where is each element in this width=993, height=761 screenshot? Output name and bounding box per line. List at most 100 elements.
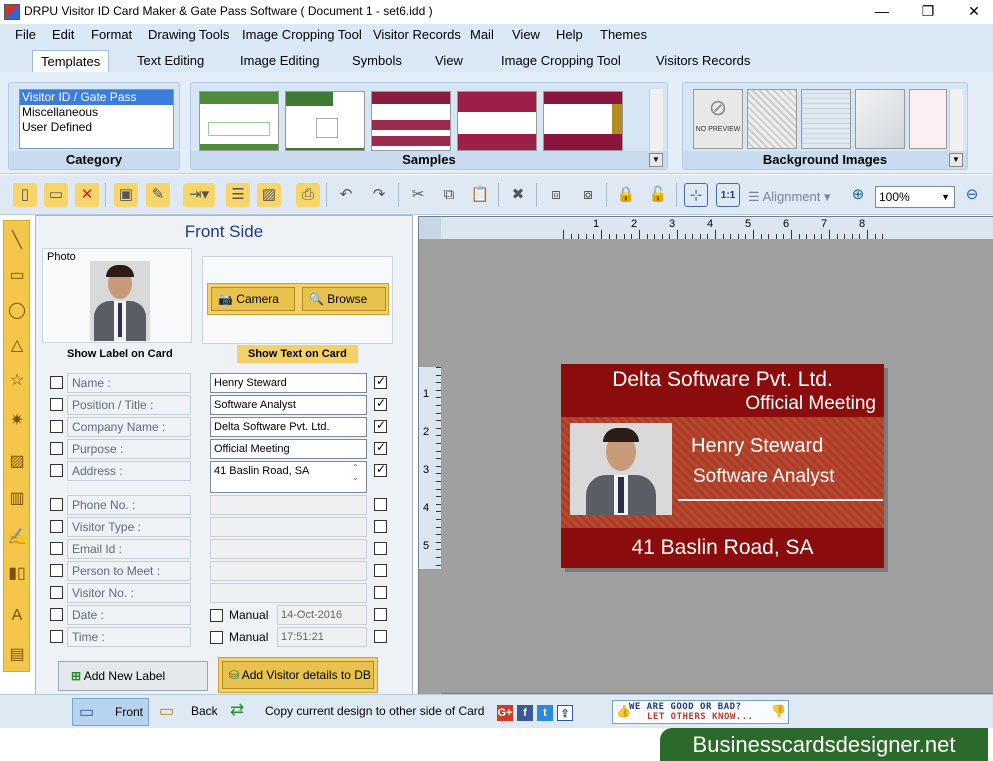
card-address[interactable]: 41 Baslin Road, SA [561, 536, 884, 560]
menu-edit[interactable]: Edit [52, 27, 74, 42]
add-visitor-to-db-button[interactable]: ⛁ Add Visitor details to DB [222, 661, 374, 689]
google-plus-icon[interactable]: G+ [497, 705, 513, 721]
field-value[interactable]: 17:51:21 [277, 627, 367, 647]
zoom-select[interactable]: 100% ▼ [875, 186, 955, 208]
open-icon[interactable]: ▭ [44, 183, 68, 207]
tab-symbols[interactable]: Symbols [352, 53, 402, 68]
field-label[interactable]: Date : [67, 605, 191, 625]
show-text-checkbox[interactable] [374, 520, 387, 533]
menu-format[interactable]: Format [91, 27, 132, 42]
show-label-checkbox[interactable] [50, 442, 63, 455]
card-purpose[interactable]: Official Meeting [745, 393, 876, 415]
sample-template-4[interactable] [457, 91, 537, 151]
menu-file[interactable]: File [15, 27, 36, 42]
fit-to-window-icon[interactable]: ⊹ [684, 183, 708, 207]
show-label-checkbox[interactable] [50, 498, 63, 511]
unlock-icon[interactable]: 🔓 [646, 183, 670, 207]
send-backward-icon[interactable]: ⧇ [576, 183, 600, 207]
manual-checkbox[interactable] [210, 631, 223, 644]
lock-icon[interactable]: 🔒 [614, 183, 638, 207]
field-value[interactable]: 14-Oct-2016 [277, 605, 367, 625]
field-value[interactable]: Henry Steward [210, 373, 367, 393]
id-card-preview[interactable]: Delta Software Pvt. Ltd. Official Meetin… [561, 364, 884, 568]
show-label-checkbox[interactable] [50, 398, 63, 411]
ellipse-tool-icon[interactable]: ◯ [5, 299, 29, 323]
manual-checkbox[interactable] [210, 609, 223, 622]
show-label-checkbox[interactable] [50, 630, 63, 643]
background-scrollbar[interactable] [949, 89, 963, 151]
text-tool-icon[interactable]: A [5, 604, 29, 628]
category-user-defined[interactable]: User Defined [20, 120, 173, 135]
paste-icon[interactable]: 📋 [468, 183, 492, 207]
save-icon[interactable]: ▣ [114, 183, 138, 207]
star-tool-icon[interactable]: ☆ [5, 369, 29, 393]
share-icon[interactable]: ⇪ [557, 705, 573, 721]
field-label[interactable]: Person to Meet : [67, 561, 191, 581]
show-label-checkbox[interactable] [50, 564, 63, 577]
actual-size-icon[interactable]: 1:1 [716, 183, 740, 207]
background-dropdown-icon[interactable]: ▼ [949, 153, 963, 167]
background-thumb-5[interactable] [909, 89, 947, 149]
field-value[interactable] [210, 561, 367, 581]
field-value[interactable]: 41 Baslin Road, SA [210, 461, 367, 493]
show-text-checkbox[interactable] [374, 564, 387, 577]
show-text-checkbox[interactable] [374, 396, 387, 411]
show-text-checkbox[interactable] [374, 462, 387, 477]
image-icon[interactable]: ▨ [257, 183, 281, 207]
zoom-in-icon[interactable]: ⊕ [846, 183, 870, 207]
show-label-checkbox[interactable] [50, 420, 63, 433]
image-tool-icon[interactable]: ▨ [5, 450, 29, 474]
card-name[interactable]: Henry Steward [691, 435, 823, 458]
card-company[interactable]: Delta Software Pvt. Ltd. [561, 368, 884, 392]
symbol-tool-icon[interactable]: ✷ [5, 409, 29, 433]
twitter-icon[interactable]: t [537, 705, 553, 721]
background-no-preview[interactable]: ⊘ NO PREVIEW [693, 89, 743, 149]
new-icon[interactable]: ▯ [13, 183, 37, 207]
field-label[interactable]: Phone No. : [67, 495, 191, 515]
back-side-button[interactable]: ▭ Back [155, 698, 223, 726]
field-label[interactable]: Company Name : [67, 417, 191, 437]
triangle-tool-icon[interactable]: △ [5, 334, 29, 358]
close-button[interactable]: ✕ [951, 0, 993, 24]
print-icon[interactable]: ⎙ [296, 183, 320, 207]
category-miscellaneous[interactable]: Miscellaneous [20, 105, 173, 120]
background-thumb-3[interactable] [801, 89, 851, 149]
export-icon[interactable]: ⇥▾ [183, 183, 215, 207]
show-text-checkbox[interactable] [374, 374, 387, 389]
sample-template-5[interactable] [543, 91, 623, 151]
address-scroll-arrows[interactable]: ⌃ ⌄ [352, 463, 359, 483]
rectangle-tool-icon[interactable]: ▭ [5, 264, 29, 288]
visitor-photo[interactable] [90, 261, 150, 341]
camera-button[interactable]: 📷 Camera [211, 287, 295, 311]
tab-image-editing[interactable]: Image Editing [240, 53, 320, 68]
front-side-button[interactable]: ▭ Front [72, 698, 149, 726]
field-label[interactable]: Address : [67, 461, 191, 481]
samples-scrollbar[interactable] [649, 89, 663, 151]
copy-icon[interactable]: ⧉ [437, 183, 461, 207]
close-document-icon[interactable]: ✕ [75, 183, 99, 207]
field-label[interactable]: Name : [67, 373, 191, 393]
field-label[interactable]: Email Id : [67, 539, 191, 559]
sample-template-2[interactable] [285, 91, 365, 151]
sample-template-1[interactable] [199, 91, 279, 151]
show-label-checkbox[interactable] [50, 542, 63, 555]
card-position[interactable]: Software Analyst [693, 466, 835, 488]
menu-view[interactable]: View [512, 27, 540, 42]
field-value[interactable]: Official Meeting [210, 439, 367, 459]
card-photo[interactable] [570, 423, 672, 515]
show-label-checkbox[interactable] [50, 376, 63, 389]
show-text-checkbox[interactable] [374, 608, 387, 621]
alignment-dropdown[interactable]: ☰ Alignment ▾ [748, 189, 831, 205]
tab-image-cropping-tool[interactable]: Image Cropping Tool [501, 53, 621, 68]
show-text-checkbox[interactable] [374, 542, 387, 555]
show-text-checkbox[interactable] [374, 418, 387, 433]
facebook-icon[interactable]: f [517, 705, 533, 721]
tab-view[interactable]: View [435, 53, 463, 68]
show-text-checkbox[interactable] [374, 630, 387, 643]
signature-tool-icon[interactable]: ✍ [5, 526, 29, 550]
delete-icon[interactable]: ✖ [506, 183, 530, 207]
background-tool-icon[interactable]: ▤ [5, 643, 29, 667]
field-label[interactable]: Visitor No. : [67, 583, 191, 603]
bring-forward-icon[interactable]: ⧈ [544, 183, 568, 207]
background-thumb-2[interactable] [747, 89, 797, 149]
